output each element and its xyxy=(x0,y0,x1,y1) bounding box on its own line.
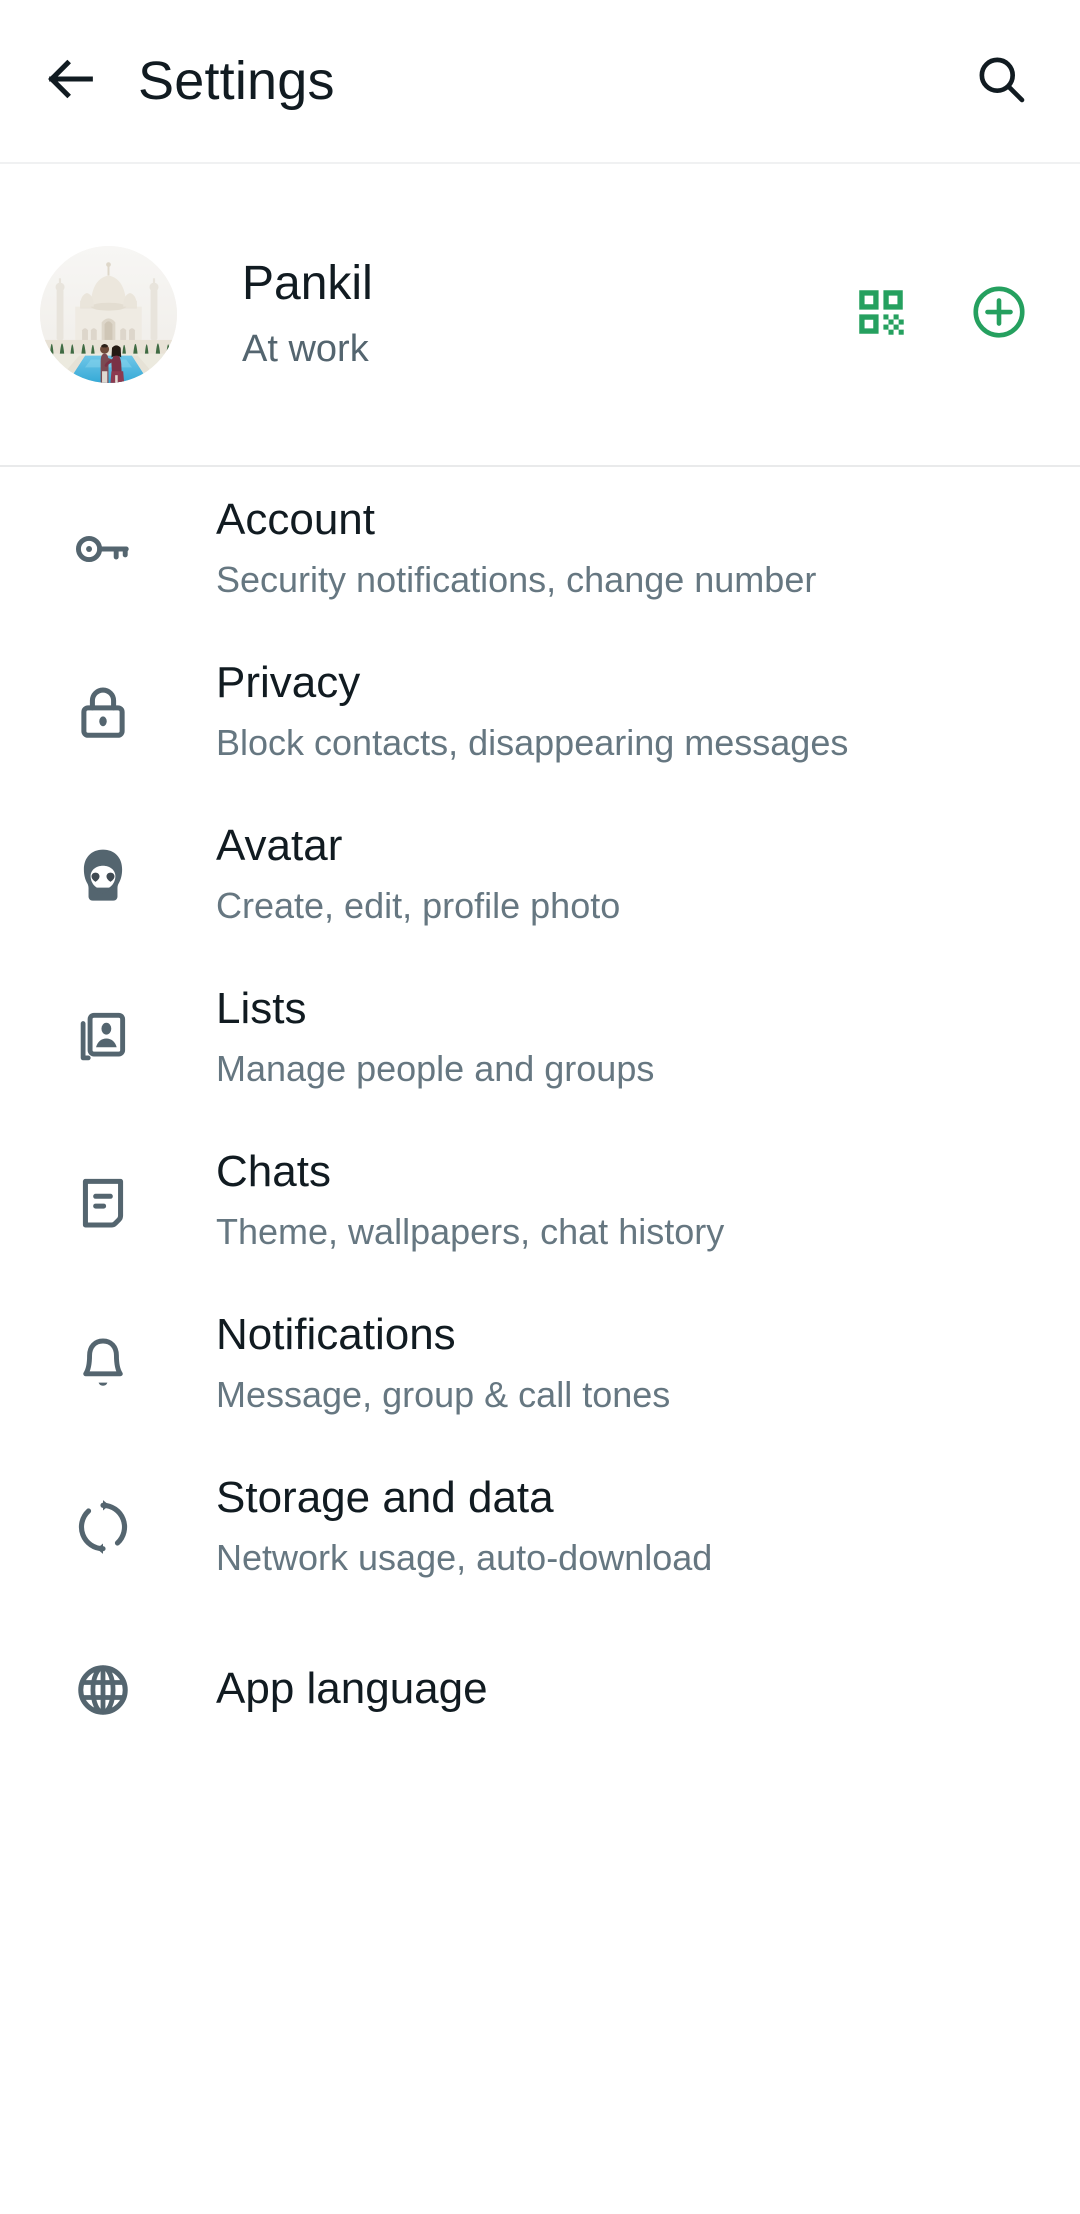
settings-item-subtitle: Manage people and groups xyxy=(216,1048,655,1090)
settings-item-title: Chats xyxy=(216,1147,331,1197)
contact-card-icon xyxy=(64,999,142,1077)
settings-item-title: Avatar xyxy=(216,821,343,871)
settings-item-text: Lists Manage people and groups xyxy=(216,984,654,1090)
plus-circle-icon xyxy=(969,282,1029,347)
search-icon xyxy=(973,51,1029,112)
settings-item-chats[interactable]: Chats Theme, wallpapers, chat history xyxy=(0,1119,1080,1282)
settings-item-title: Lists xyxy=(216,984,307,1034)
settings-item-subtitle: Create, edit, profile photo xyxy=(216,885,621,927)
qr-code-icon xyxy=(852,283,910,346)
settings-item-text: Notifications Message, group & call tone… xyxy=(216,1310,670,1416)
settings-item-text: App language xyxy=(216,1664,488,1715)
settings-item-title: Storage and data xyxy=(216,1473,554,1523)
settings-item-title: Privacy xyxy=(216,658,361,708)
globe-icon xyxy=(64,1651,142,1729)
key-icon xyxy=(64,510,142,588)
settings-list: Account Security notifications, change n… xyxy=(0,467,1080,1771)
page-title: Settings xyxy=(138,51,335,111)
settings-item-text: Privacy Block contacts, disappearing mes… xyxy=(216,658,848,764)
settings-item-title: Notifications xyxy=(216,1310,456,1360)
settings-item-subtitle: Theme, wallpapers, chat history xyxy=(216,1211,725,1253)
settings-item-subtitle: Message, group & call tones xyxy=(216,1374,671,1416)
add-account-button[interactable] xyxy=(968,284,1030,346)
storage-arrows-icon xyxy=(64,1488,142,1566)
bell-icon xyxy=(64,1325,142,1403)
app-bar: Settings xyxy=(0,0,1080,164)
settings-item-title: Account xyxy=(216,495,375,545)
settings-item-lists[interactable]: Lists Manage people and groups xyxy=(0,956,1080,1119)
avatar[interactable] xyxy=(40,246,177,383)
settings-item-text: Avatar Create, edit, profile photo xyxy=(216,821,620,927)
arrow-left-icon xyxy=(42,50,100,113)
settings-item-subtitle: Security notifications, change number xyxy=(216,559,817,601)
settings-item-storage-and-data[interactable]: Storage and data Network usage, auto-dow… xyxy=(0,1445,1080,1608)
profile-actions xyxy=(850,284,1030,346)
profile-name: Pankil xyxy=(242,257,373,311)
profile-text: Pankil At work xyxy=(242,256,850,372)
lock-icon xyxy=(64,673,142,751)
profile-status: At work xyxy=(242,328,369,371)
qr-code-button[interactable] xyxy=(850,284,912,346)
settings-item-subtitle: Network usage, auto-download xyxy=(216,1537,713,1579)
search-button[interactable] xyxy=(964,44,1038,118)
settings-item-text: Storage and data Network usage, auto-dow… xyxy=(216,1473,712,1579)
profile-photo-taj-mahal-couple-icon xyxy=(40,246,177,383)
settings-item-text: Chats Theme, wallpapers, chat history xyxy=(216,1147,724,1253)
settings-item-notifications[interactable]: Notifications Message, group & call tone… xyxy=(0,1282,1080,1445)
profile-row[interactable]: Pankil At work xyxy=(0,164,1080,467)
chat-bubble-icon xyxy=(64,1162,142,1240)
avatar-face-icon xyxy=(64,836,142,914)
settings-item-privacy[interactable]: Privacy Block contacts, disappearing mes… xyxy=(0,630,1080,793)
back-button[interactable] xyxy=(34,44,108,118)
settings-item-avatar[interactable]: Avatar Create, edit, profile photo xyxy=(0,793,1080,956)
settings-item-app-language[interactable]: App language xyxy=(0,1608,1080,1771)
settings-item-title: App language xyxy=(216,1664,488,1714)
settings-item-account[interactable]: Account Security notifications, change n… xyxy=(0,467,1080,630)
settings-item-text: Account Security notifications, change n… xyxy=(216,495,816,601)
settings-item-subtitle: Block contacts, disappearing messages xyxy=(216,722,849,764)
